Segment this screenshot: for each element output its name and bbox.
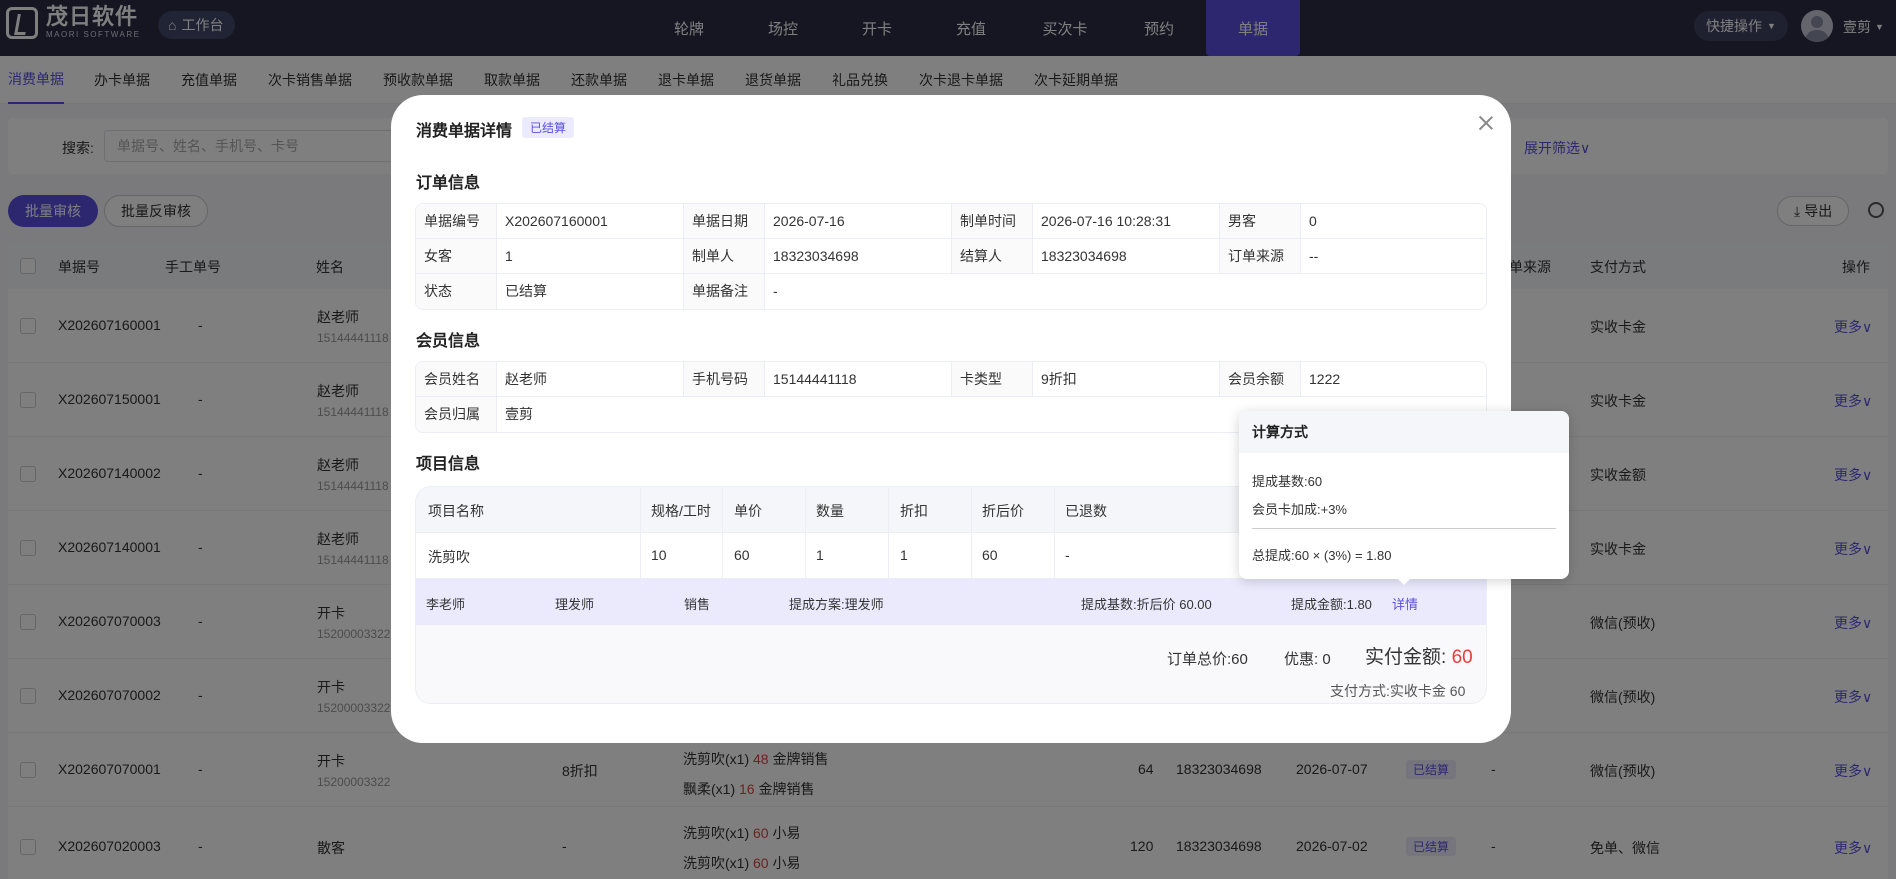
info-key: 结算人: [952, 239, 1033, 273]
commission-base: 提成基数:折后价 60.00: [1081, 597, 1212, 612]
member-section-title: 会员信息: [416, 333, 481, 350]
commission-plan: 提成方案:理发师: [789, 597, 884, 612]
popover-title: 计算方式: [1239, 411, 1569, 453]
paid-amount: 实付金额: 60: [1365, 642, 1473, 669]
project-cell: 10: [651, 547, 667, 563]
info-key: 制单人: [684, 239, 765, 273]
commission-calc-popover: 计算方式 提成基数:60 会员卡加成:+3% 总提成:60 × (3%) = 1…: [1239, 411, 1569, 585]
info-value: 0: [1309, 213, 1317, 229]
info-key: 女客: [416, 239, 497, 273]
popover-arrow: [1396, 577, 1412, 585]
project-col: 规格/工时: [651, 503, 711, 519]
info-key: 手机号码: [684, 362, 765, 396]
info-key: 单据日期: [684, 204, 765, 238]
staff-commission-row: 李老师 理发师 销售 提成方案:理发师 提成基数:折后价 60.00 提成金额:…: [416, 579, 1486, 625]
column-divider: [888, 487, 889, 579]
project-col: 折后价: [982, 503, 1024, 519]
info-value: 1222: [1309, 371, 1341, 387]
popover-total: 总提成:60 × (3%) = 1.80: [1252, 548, 1392, 563]
info-value: 已结算: [497, 274, 684, 309]
column-divider: [640, 487, 641, 579]
info-key: 会员归属: [416, 397, 497, 432]
project-section-title: 项目信息: [416, 456, 481, 473]
column-divider: [1054, 487, 1055, 579]
commission-detail-link[interactable]: 详情: [1392, 594, 1418, 613]
project-cell: 60: [982, 547, 998, 563]
project-col: 数量: [816, 503, 844, 519]
info-value: --: [1309, 248, 1319, 264]
popover-base: 提成基数:60: [1252, 474, 1323, 489]
info-key: 单据备注: [684, 274, 765, 309]
paid-amount-value: 60: [1451, 647, 1473, 668]
commission-amount: 提成金额:1.80: [1291, 597, 1372, 612]
info-value: 18323034698: [765, 239, 952, 273]
order-section-title: 订单信息: [416, 175, 481, 192]
info-key: 状态: [416, 274, 497, 309]
modal-title: 消费单据详情: [416, 123, 513, 140]
close-icon[interactable]: [1476, 113, 1496, 133]
order-discount: 优惠: 0: [1284, 651, 1331, 668]
info-value: 15144441118: [765, 362, 952, 396]
staff-role: 理发师: [555, 597, 595, 612]
info-key: 卡类型: [952, 362, 1033, 396]
project-cell: 1: [900, 547, 908, 563]
info-key: 会员姓名: [416, 362, 497, 396]
info-value: X202607160001: [497, 204, 684, 238]
project-cell: 洗剪吹: [428, 549, 470, 565]
info-key: 会员余额: [1220, 362, 1301, 396]
info-key: 制单时间: [952, 204, 1033, 238]
column-divider: [971, 487, 972, 579]
info-value: 2026-07-16: [765, 204, 952, 238]
column-divider: [805, 487, 806, 579]
project-col: 折扣: [900, 503, 928, 519]
info-key: 单据编号: [416, 204, 497, 238]
info-value: 1: [497, 239, 684, 273]
info-key: 男客: [1220, 204, 1301, 238]
staff-type: 销售: [684, 597, 711, 612]
info-value: 2026-07-16 10:28:31: [1033, 204, 1220, 238]
project-col: 已退数: [1065, 503, 1107, 519]
info-value: 9折扣: [1033, 362, 1220, 396]
project-col: 项目名称: [428, 503, 484, 519]
paid-amount-label: 实付金额:: [1365, 647, 1447, 668]
project-col: 单价: [734, 503, 762, 519]
info-value: 18323034698: [1033, 239, 1220, 273]
project-cell: -: [1065, 547, 1070, 563]
popover-divider: [1252, 528, 1556, 529]
order-info-grid: 单据编号 X202607160001 单据日期 2026-07-16 制单时间 …: [415, 203, 1487, 310]
project-cell: 60: [734, 547, 750, 563]
column-divider: [722, 487, 723, 579]
order-total: 订单总价:60: [1167, 651, 1248, 668]
info-value: 赵老师: [497, 362, 684, 396]
staff-name: 李老师: [426, 597, 466, 612]
pay-method: 支付方式:实收卡金 60: [1330, 683, 1466, 699]
info-key: 订单来源: [1220, 239, 1301, 273]
status-badge: 已结算: [522, 117, 575, 138]
project-cell: 1: [816, 547, 824, 563]
popover-bonus: 会员卡加成:+3%: [1252, 502, 1347, 517]
info-value: -: [773, 283, 778, 299]
